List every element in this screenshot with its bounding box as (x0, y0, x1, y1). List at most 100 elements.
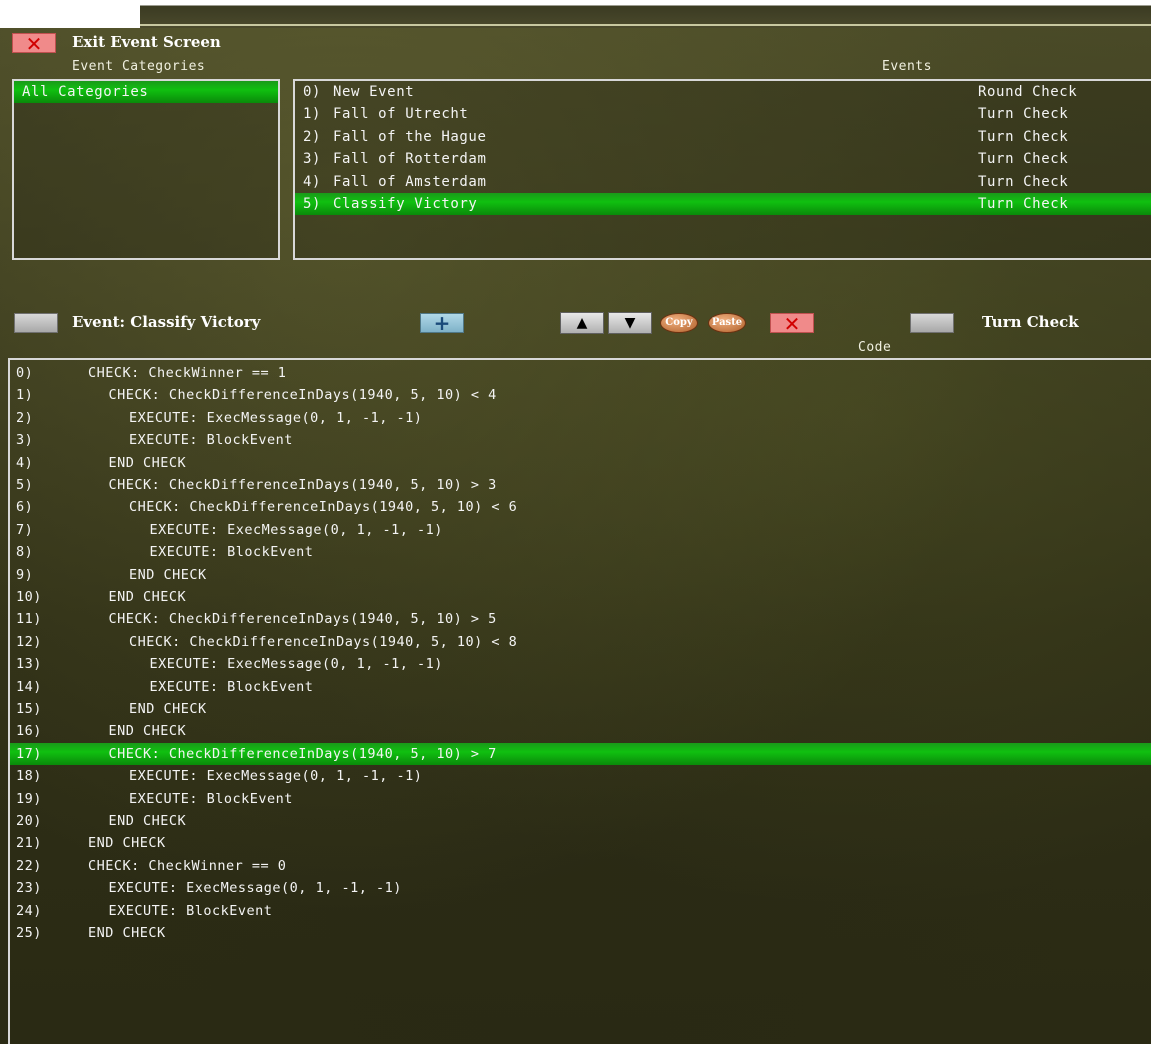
category-label: All Categories (22, 84, 149, 100)
code-line-text: END CHECK (129, 701, 207, 717)
code-line-text: END CHECK (129, 566, 207, 583)
code-line[interactable]: 19) EXECUTE: BlockEvent (10, 788, 1151, 810)
code-line[interactable]: 1) CHECK: CheckDifferenceInDays(1940, 5, … (10, 384, 1151, 406)
event-row[interactable]: 5) Classify Victory Turn Check (295, 193, 1151, 215)
event-title: Event: Classify Victory (72, 313, 261, 331)
code-line-number: 19) (16, 790, 42, 807)
code-line[interactable]: 8) EXECUTE: BlockEvent (10, 541, 1151, 563)
event-name: Fall of the Hague (333, 128, 487, 145)
category-item[interactable]: All Categories (14, 81, 278, 103)
title-strip-corner (0, 0, 140, 28)
check-type-label: Turn Check (982, 313, 1079, 331)
code-line-number: 13) (16, 656, 42, 673)
code-line-number: 20) (16, 813, 42, 829)
code-line[interactable]: 10) END CHECK (10, 586, 1151, 608)
code-line-text: CHECK: CheckDifferenceInDays(1940, 5, 10… (129, 499, 518, 516)
code-line[interactable]: 12) CHECK: CheckDifferenceInDays(1940, 5,… (10, 631, 1151, 653)
code-line[interactable]: 21) END CHECK (10, 832, 1151, 854)
categories-list[interactable]: All Categories (12, 79, 280, 260)
event-name: Classify Victory (333, 196, 478, 212)
code-line[interactable]: 13) EXECUTE: ExecMessage(0, 1, -1, -1) (10, 653, 1151, 675)
code-line-number: 18) (16, 768, 42, 785)
code-line-text: CHECK: CheckWinner == 0 (88, 857, 287, 874)
event-type: Turn Check (978, 196, 1069, 212)
title-divider (140, 24, 1151, 26)
event-row[interactable]: 0) New Event Round Check (295, 81, 1151, 103)
code-line-text: END CHECK (108, 813, 187, 829)
arrow-up-icon: ▲ (576, 315, 588, 331)
code-line-number: 8) (16, 544, 34, 561)
code-line-number: 10) (16, 589, 42, 605)
code-line-number: 0) (16, 365, 34, 381)
move-down-button[interactable]: ▼ (608, 312, 652, 334)
delete-icon: ✕ (783, 312, 801, 336)
code-line-number: 5) (16, 477, 34, 493)
move-up-button[interactable]: ▲ (560, 312, 604, 334)
code-line[interactable]: 18) EXECUTE: ExecMessage(0, 1, -1, -1) (10, 765, 1151, 787)
code-line-number: 9) (16, 566, 34, 583)
exit-button[interactable]: ✕ (12, 33, 56, 54)
code-line-text: EXECUTE: BlockEvent (129, 432, 293, 449)
event-row[interactable]: 1) Fall of Utrecht Turn Check (295, 103, 1151, 125)
event-type: Round Check (978, 84, 1078, 100)
code-line[interactable]: 7) EXECUTE: ExecMessage(0, 1, -1, -1) (10, 519, 1151, 541)
code-line-text: EXECUTE: ExecMessage(0, 1, -1, -1) (149, 656, 443, 673)
code-editor[interactable]: 0) CHECK: CheckWinner == 1 1) CHECK: CheckD… (8, 358, 1151, 1044)
check-type-button[interactable] (910, 313, 954, 333)
event-number: 2) (303, 128, 322, 145)
code-line[interactable]: 22) CHECK: CheckWinner == 0 (10, 855, 1151, 877)
code-line-text: END CHECK (108, 454, 187, 471)
event-number: 1) (303, 106, 322, 123)
event-name: Fall of Amsterdam (333, 173, 487, 190)
code-line-number: 24) (16, 902, 42, 919)
add-code-button[interactable]: + (420, 313, 464, 333)
paste-label: Paste (711, 317, 743, 328)
event-row[interactable]: 4) Fall of Amsterdam Turn Check (295, 171, 1151, 193)
code-line[interactable]: 9) END CHECK (10, 564, 1151, 586)
categories-heading: Event Categories (72, 59, 206, 74)
code-line[interactable]: 16) END CHECK (10, 720, 1151, 742)
code-line-text: END CHECK (88, 925, 166, 941)
event-type: Turn Check (978, 106, 1069, 123)
event-toggle-button[interactable] (14, 313, 58, 333)
code-line-number: 7) (16, 521, 34, 538)
code-line[interactable]: 11) CHECK: CheckDifferenceInDays(1940, 5,… (10, 608, 1151, 630)
code-line[interactable]: 3) EXECUTE: BlockEvent (10, 429, 1151, 451)
code-line[interactable]: 17) CHECK: CheckDifferenceInDays(1940, 5,… (10, 742, 1151, 766)
paste-button[interactable]: Paste (708, 313, 746, 333)
code-line-text: CHECK: CheckDifferenceInDays(1940, 5, 10… (108, 477, 497, 493)
code-line-text: EXECUTE: ExecMessage(0, 1, -1, -1) (129, 409, 423, 426)
event-number: 4) (303, 173, 322, 190)
copy-label: Copy (665, 317, 693, 328)
events-list[interactable]: 0) New Event Round Check 1) Fall of Utrecht T… (293, 79, 1151, 260)
events-heading: Events (882, 59, 932, 74)
code-line[interactable]: 0) CHECK: CheckWinner == 1 (10, 362, 1151, 384)
code-line-number: 17) (16, 745, 42, 762)
code-line[interactable]: 2) EXECUTE: ExecMessage(0, 1, -1, -1) (10, 407, 1151, 429)
code-line[interactable]: 25) END CHECK (10, 922, 1151, 944)
code-line[interactable]: 5) CHECK: CheckDifferenceInDays(1940, 5, … (10, 474, 1151, 496)
code-line-number: 6) (16, 499, 34, 516)
code-line[interactable]: 6) CHECK: CheckDifferenceInDays(1940, 5, … (10, 496, 1151, 518)
code-line[interactable]: 15) END CHECK (10, 698, 1151, 720)
event-row[interactable]: 2) Fall of the Hague Turn Check (295, 126, 1151, 148)
code-line[interactable]: 24) EXECUTE: BlockEvent (10, 900, 1151, 922)
code-heading: Code (858, 340, 892, 355)
code-line[interactable]: 14) EXECUTE: BlockEvent (10, 676, 1151, 698)
copy-button[interactable]: Copy (660, 313, 698, 333)
code-line-number: 21) (16, 835, 42, 852)
code-line-text: CHECK: CheckDifferenceInDays(1940, 5, 10… (108, 745, 497, 762)
code-line[interactable]: 4) END CHECK (10, 452, 1151, 474)
code-line-number: 15) (16, 701, 42, 717)
code-line[interactable]: 20) END CHECK (10, 810, 1151, 832)
code-line-text: CHECK: CheckDifferenceInDays(1940, 5, 10… (108, 611, 497, 628)
code-line-number: 2) (16, 409, 34, 426)
code-line-text: EXECUTE: BlockEvent (108, 902, 273, 919)
code-line-number: 3) (16, 432, 34, 449)
event-row[interactable]: 3) Fall of Rotterdam Turn Check (295, 148, 1151, 170)
code-line-number: 25) (16, 925, 42, 941)
code-line[interactable]: 23) EXECUTE: ExecMessage(0, 1, -1, -1) (10, 877, 1151, 899)
delete-code-button[interactable]: ✕ (770, 312, 814, 336)
code-line-text: EXECUTE: ExecMessage(0, 1, -1, -1) (129, 768, 423, 785)
code-line-number: 23) (16, 880, 42, 897)
